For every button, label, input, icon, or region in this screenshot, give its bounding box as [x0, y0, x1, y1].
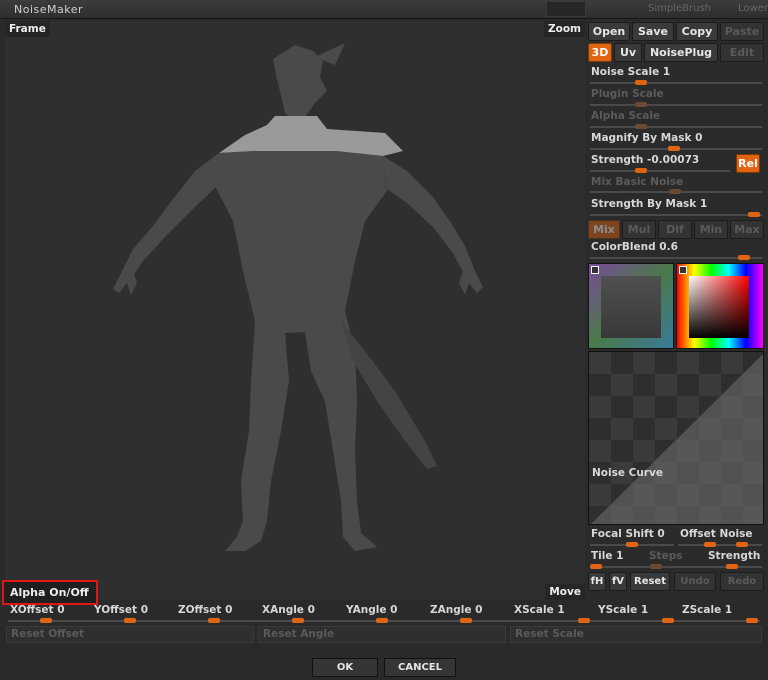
strength2-slider[interactable]	[726, 564, 738, 569]
plugin-scale-label: Plugin Scale	[591, 88, 664, 100]
reset-angle-button[interactable]: Reset Angle	[258, 626, 506, 643]
alpha-scale-label: Alpha Scale	[591, 110, 661, 122]
strength-track[interactable]	[590, 170, 730, 172]
reset-offset-button[interactable]: Reset Offset	[6, 626, 254, 643]
magnify-by-mask-label: Magnify By Mask 0	[591, 132, 703, 144]
xscale-label: XScale 1	[514, 604, 565, 616]
paste-button[interactable]: Paste	[720, 22, 764, 41]
cancel-button[interactable]: CANCEL	[384, 658, 456, 677]
zscale-label: ZScale 1	[682, 604, 733, 616]
zangle-slider[interactable]	[460, 618, 472, 623]
lower-label: Lower	[738, 3, 768, 14]
tab-uv[interactable]: Uv	[614, 43, 642, 62]
title-bar: NoiseMaker SimpleBrush Lower	[0, 0, 768, 19]
yoffset-slider[interactable]	[124, 618, 136, 623]
primary-color-picker[interactable]	[676, 263, 764, 349]
primary-color-marker	[679, 266, 687, 274]
color-blend-label: ColorBlend 0.6	[591, 241, 678, 253]
simplebrush-label: SimpleBrush	[648, 3, 712, 14]
color-blend-slider[interactable]	[738, 255, 750, 260]
blend-mix-button[interactable]: Mix	[588, 220, 620, 239]
mix-basic-noise-label: Mix Basic Noise	[591, 176, 684, 188]
zscale-slider[interactable]	[746, 618, 758, 623]
window-title: NoiseMaker	[14, 3, 84, 16]
offset-noise-track[interactable]	[678, 544, 762, 546]
flip-h-button[interactable]: fH	[588, 572, 606, 591]
color-blend-track[interactable]	[590, 257, 762, 259]
redo-button[interactable]: Redo	[720, 572, 764, 591]
xscale-slider[interactable]	[578, 618, 590, 623]
noise-scale-label: Noise Scale 1	[591, 66, 671, 78]
strength-label: Strength -0.00073	[591, 154, 700, 166]
secondary-color-marker	[591, 266, 599, 274]
zangle-label: ZAngle 0	[430, 604, 483, 616]
xoffset-slider[interactable]	[40, 618, 52, 623]
open-button[interactable]: Open	[588, 22, 630, 41]
steps-slider[interactable]	[650, 564, 662, 569]
noise-scale-slider[interactable]	[635, 80, 647, 85]
reset-scale-button[interactable]: Reset Scale	[510, 626, 762, 643]
offset-noise-slider-2[interactable]	[736, 542, 748, 547]
offset-noise-slider-1[interactable]	[704, 542, 716, 547]
tab-3d[interactable]: 3D	[588, 43, 612, 62]
ok-button[interactable]: OK	[312, 658, 378, 677]
zoffset-label: ZOffset 0	[178, 604, 233, 616]
noise-curve-graph	[591, 353, 763, 524]
alpha-on-off-button[interactable]: Alpha On/Off	[2, 580, 98, 605]
yscale-label: YScale 1	[598, 604, 649, 616]
secondary-color-picker[interactable]	[588, 263, 674, 349]
blend-min-button[interactable]: Min	[694, 220, 728, 239]
alpha-scale-track[interactable]	[590, 126, 762, 128]
xangle-label: XAngle 0	[262, 604, 315, 616]
blend-dif-button[interactable]: Dif	[658, 220, 692, 239]
save-button[interactable]: Save	[632, 22, 674, 41]
steps-label: Steps	[649, 550, 683, 562]
tile-label: Tile 1	[591, 550, 624, 562]
strength-by-mask-slider[interactable]	[748, 212, 760, 217]
noise-curve-label: Noise Curve	[592, 467, 663, 479]
secondary-color-swatch	[601, 276, 661, 338]
tab-edit[interactable]: Edit	[720, 43, 764, 62]
focal-shift-slider[interactable]	[626, 542, 638, 547]
plugin-scale-slider[interactable]	[635, 102, 647, 107]
strength-by-mask-track[interactable]	[590, 214, 762, 216]
zbrush-logo-icon	[546, 1, 586, 17]
settings-panel: Open Save Copy Paste 3D Uv NoisePlug Edi…	[586, 21, 768, 601]
rel-button[interactable]: Rel	[736, 154, 760, 173]
noise-curve-editor[interactable]: Noise Curve	[588, 351, 764, 525]
noise-scale-track[interactable]	[590, 82, 762, 84]
strength2-label: Strength	[708, 550, 761, 562]
yangle-label: YAngle 0	[346, 604, 398, 616]
tab-noiseplug[interactable]: NoisePlug	[644, 43, 718, 62]
magnify-by-mask-slider[interactable]	[668, 146, 680, 151]
yangle-slider[interactable]	[376, 618, 388, 623]
undo-button[interactable]: Undo	[674, 572, 716, 591]
xangle-slider[interactable]	[292, 618, 304, 623]
flip-v-button[interactable]: fV	[609, 572, 627, 591]
strength-by-mask-label: Strength By Mask 1	[591, 198, 708, 210]
offset-noise-label: Offset Noise	[680, 528, 753, 540]
focal-shift-label: Focal Shift 0	[591, 528, 665, 540]
reset-curve-button[interactable]: Reset	[630, 572, 670, 591]
mix-basic-noise-slider[interactable]	[669, 189, 681, 194]
yscale-slider[interactable]	[662, 618, 674, 623]
zoffset-slider[interactable]	[208, 618, 220, 623]
viewport[interactable]: Frame Zoom Move	[5, 21, 585, 600]
alpha-scale-slider[interactable]	[635, 124, 647, 129]
yoffset-label: YOffset 0	[94, 604, 149, 616]
strength-slider[interactable]	[635, 168, 647, 173]
primary-color-swatch	[689, 276, 749, 338]
blend-mul-button[interactable]: Mul	[622, 220, 656, 239]
blend-max-button[interactable]: Max	[730, 220, 764, 239]
xoffset-label: XOffset 0	[10, 604, 65, 616]
creature-model	[113, 43, 483, 551]
plugin-scale-track[interactable]	[590, 104, 762, 106]
copy-button[interactable]: Copy	[676, 22, 718, 41]
tile-slider[interactable]	[590, 564, 602, 569]
